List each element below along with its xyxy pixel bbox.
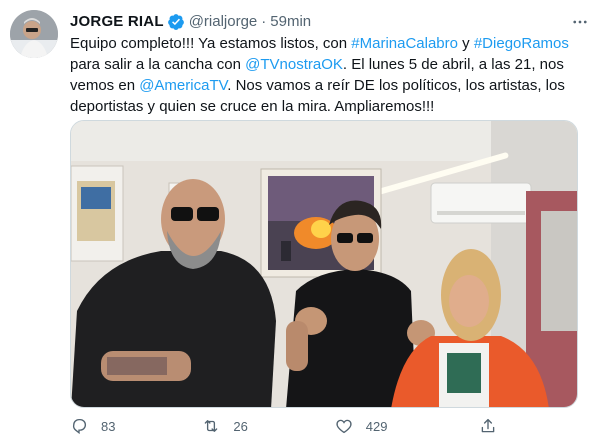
share-icon: [481, 418, 495, 433]
reply-icon: [72, 418, 86, 435]
share-button[interactable]: [479, 417, 510, 435]
retweet-count: 26: [233, 418, 248, 434]
text-segment: para salir a la cancha con: [70, 56, 246, 73]
mention-link-americatv[interactable]: @AmericaTV: [139, 77, 227, 94]
photo-image: [71, 121, 577, 407]
tweet-actions: 83 26 429: [70, 414, 510, 438]
text-segment: y: [458, 35, 474, 52]
separator: ·: [261, 13, 267, 30]
like-button[interactable]: 429: [335, 417, 479, 435]
author-handle[interactable]: @rialjorge: [189, 12, 258, 32]
avatar[interactable]: [10, 10, 58, 58]
reply-button[interactable]: 83: [70, 417, 202, 435]
tweet: JORGE RIAL @rialjorge · 59min Equipo com…: [0, 0, 603, 442]
like-count: 429: [365, 418, 388, 434]
heart-icon: [336, 419, 352, 434]
tweet-header: JORGE RIAL @rialjorge · 59min: [70, 11, 591, 33]
mention-link-tvnostra[interactable]: @TVnostraOK: [245, 56, 343, 73]
retweet-button[interactable]: 26: [202, 417, 334, 435]
avatar-image: [10, 10, 58, 58]
text-segment: Equipo completo!!! Ya estamos listos, co…: [70, 35, 352, 52]
author-name[interactable]: JORGE RIAL: [70, 12, 164, 32]
retweet-icon: [205, 420, 218, 432]
hashtag-link-marina[interactable]: #MarinaCalabro: [351, 35, 458, 52]
reply-count: 83: [101, 418, 116, 434]
hashtag-link-diego[interactable]: #DiegoRamos: [474, 35, 569, 52]
verified-badge-icon: [167, 13, 185, 31]
tweet-text: Equipo completo!!! Ya estamos listos, co…: [70, 33, 590, 117]
timestamp[interactable]: 59min: [270, 12, 311, 32]
tweet-photo[interactable]: [70, 120, 578, 408]
more-dots-icon[interactable]: [569, 11, 591, 33]
